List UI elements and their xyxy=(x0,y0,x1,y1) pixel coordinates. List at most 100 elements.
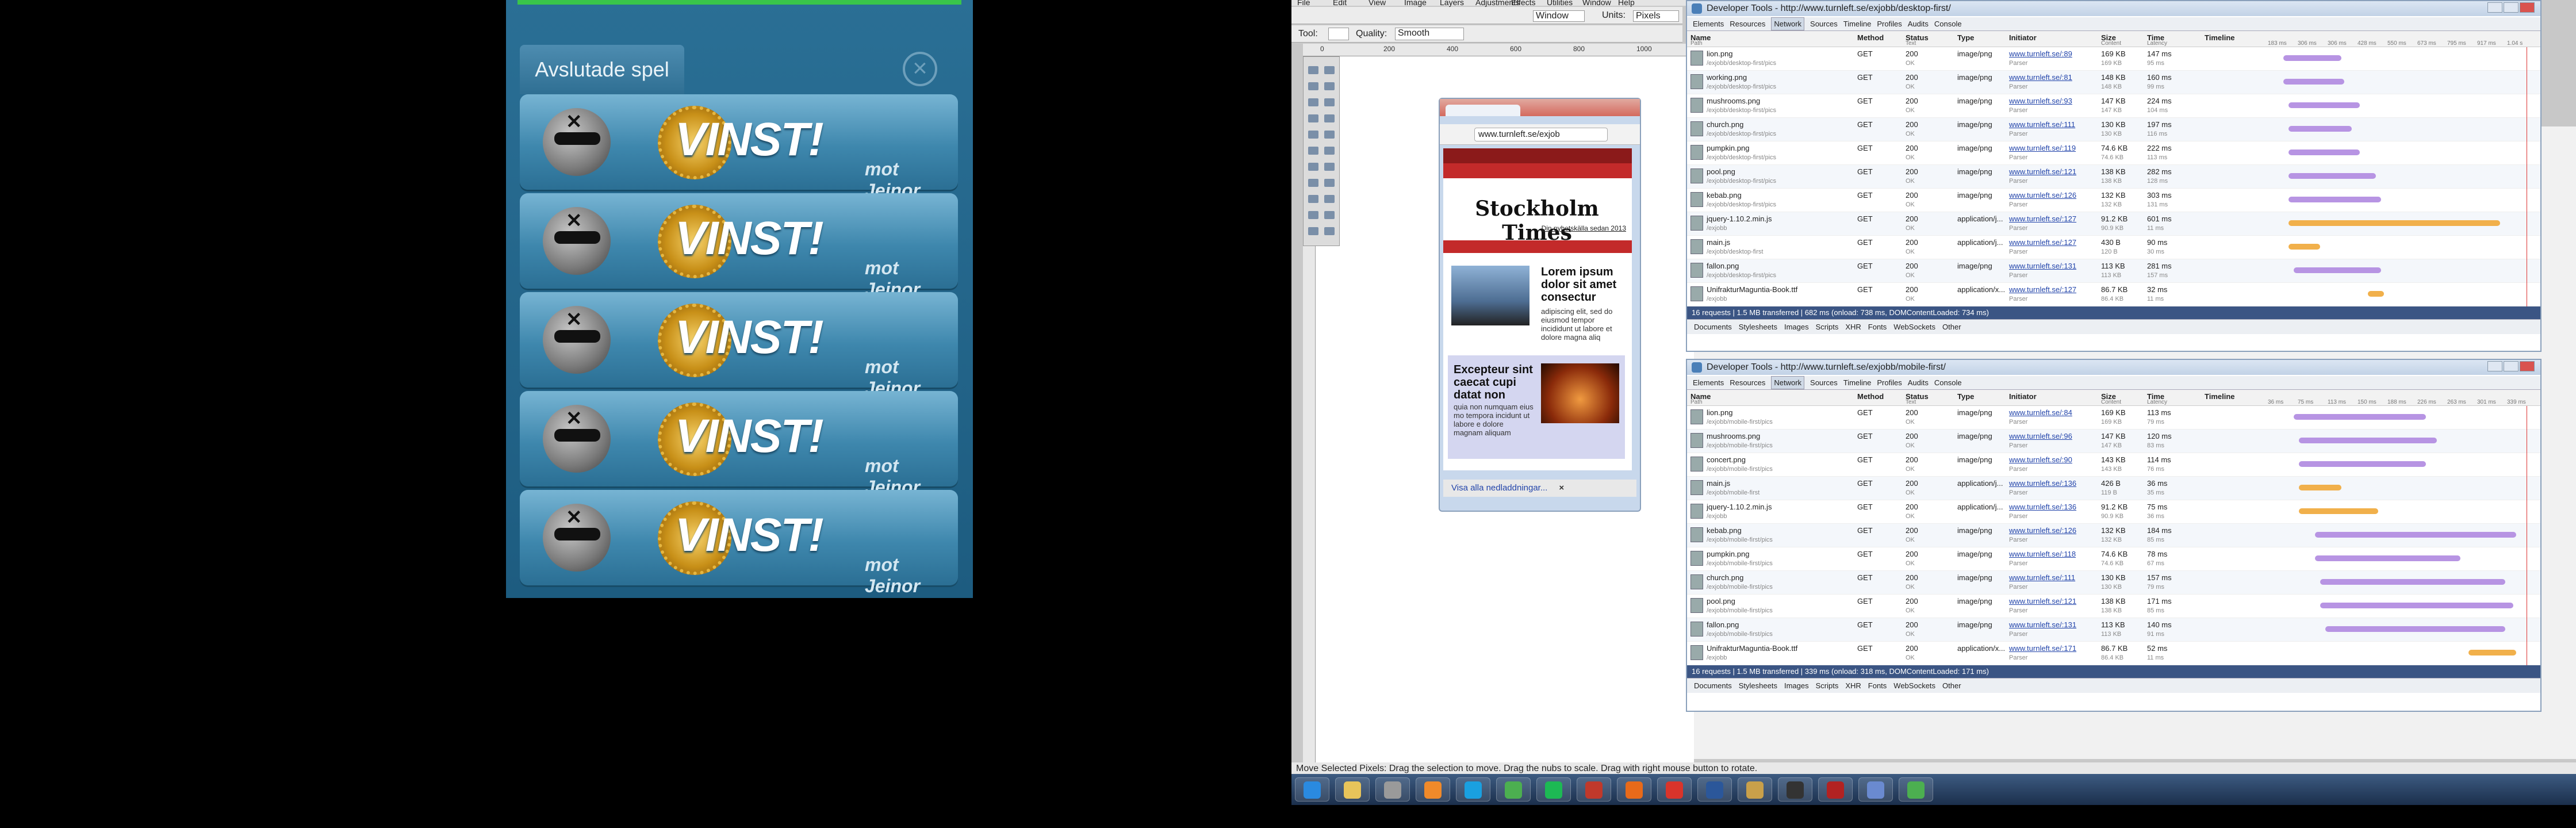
request-name[interactable]: pool.png xyxy=(1707,597,1735,605)
taskbar-terminal-icon[interactable] xyxy=(1778,777,1812,802)
tab-network[interactable]: Network xyxy=(1771,376,1805,389)
taskbar-explorer-icon[interactable] xyxy=(1335,777,1370,802)
tool-icon[interactable] xyxy=(1308,227,1318,235)
menu-item[interactable]: Image xyxy=(1404,0,1427,7)
cell-initiator[interactable]: www.turnleft.se/:126 xyxy=(2009,191,2076,200)
request-name[interactable]: fallon.png xyxy=(1707,620,1739,629)
minimize-icon[interactable] xyxy=(2487,361,2502,371)
article-headline[interactable]: Lorem ipsum dolor sit amet consectur xyxy=(1541,266,1627,304)
tab-console[interactable]: Console xyxy=(1934,20,1962,28)
request-name[interactable]: main.js xyxy=(1707,238,1730,247)
filter-other[interactable]: Other xyxy=(1942,323,1961,331)
request-name[interactable]: kebab.png xyxy=(1707,191,1742,200)
request-name[interactable]: working.png xyxy=(1707,73,1747,82)
network-row[interactable]: church.png/exjobb/mobile-first/pics GET 20… xyxy=(1687,571,2540,595)
network-row[interactable]: pool.png/exjobb/mobile-first/pics GET 200 i… xyxy=(1687,595,2540,618)
menu-item[interactable]: Window xyxy=(1582,0,1611,7)
tool-icon[interactable] xyxy=(1324,195,1335,203)
taskbar-skype-icon[interactable] xyxy=(1456,777,1490,802)
column-header[interactable]: Initiator xyxy=(2009,33,2037,42)
menu-item[interactable]: Help xyxy=(1618,0,1635,7)
close-icon[interactable]: × xyxy=(1559,483,1564,493)
network-row[interactable]: UnifrakturMaguntia-Book.ttf/exjobb GET 200… xyxy=(1687,642,2540,665)
request-name[interactable]: jquery-1.10.2.min.js xyxy=(1707,503,1772,511)
network-row[interactable]: lion.png/exjobb/desktop-first/pics GET 200… xyxy=(1687,47,2540,71)
filter-images[interactable]: Images xyxy=(1784,323,1809,331)
tool-icon[interactable] xyxy=(1308,131,1318,139)
filter-websockets[interactable]: WebSockets xyxy=(1893,323,1935,331)
column-header[interactable]: Timeline xyxy=(2205,392,2235,401)
cell-initiator[interactable]: www.turnleft.se/:90 xyxy=(2009,455,2072,464)
menu-item[interactable]: Layers xyxy=(1440,0,1464,7)
taskbar-chrome-icon[interactable] xyxy=(1496,777,1531,802)
network-row[interactable]: kebab.png/exjobb/desktop-first/pics GET 20… xyxy=(1687,189,2540,212)
tool-icon[interactable] xyxy=(1308,98,1318,106)
menu-item[interactable]: File xyxy=(1297,0,1310,7)
network-row[interactable]: main.js/exjobb/mobile-first GET 200 applica… xyxy=(1687,477,2540,500)
tool-icon[interactable] xyxy=(1324,98,1335,106)
browser-tab[interactable] xyxy=(1446,105,1520,116)
taskbar-paint-icon[interactable] xyxy=(1858,777,1893,802)
cell-initiator[interactable]: www.turnleft.se/:131 xyxy=(2009,620,2076,629)
tab-profiles[interactable]: Profiles xyxy=(1877,378,1902,387)
taskbar-pdf-reader-icon[interactable] xyxy=(1657,777,1692,802)
taskbar-chrome-icon[interactable] xyxy=(1899,777,1933,802)
cell-initiator[interactable]: www.turnleft.se/:136 xyxy=(2009,503,2076,511)
cell-initiator[interactable]: www.turnleft.se/:93 xyxy=(2009,97,2072,105)
filter-stylesheets[interactable]: Stylesheets xyxy=(1739,323,1777,331)
cell-initiator[interactable]: www.turnleft.se/:121 xyxy=(2009,167,2076,176)
cell-initiator[interactable]: www.turnleft.se/:127 xyxy=(2009,214,2076,223)
game-row[interactable]: ✕ VINST! mot Jeinor xyxy=(520,292,958,398)
tab-resources[interactable]: Resources xyxy=(1730,378,1765,387)
window-dropdown[interactable]: Window xyxy=(1533,10,1585,22)
cell-initiator[interactable]: www.turnleft.se/:121 xyxy=(2009,597,2076,605)
game-row[interactable]: ✕ VINST! mot Jeinor xyxy=(520,94,958,201)
tool-icon[interactable] xyxy=(1308,114,1318,122)
menu-item[interactable]: Effects xyxy=(1511,0,1536,7)
close-icon[interactable] xyxy=(2520,2,2535,13)
cell-initiator[interactable]: www.turnleft.se/:111 xyxy=(2009,573,2075,582)
tab-console[interactable]: Console xyxy=(1934,378,1962,387)
game-row[interactable]: ✕ VINST! mot Jeinor xyxy=(520,391,958,497)
close-icon[interactable] xyxy=(2520,361,2535,371)
tool-icon[interactable] xyxy=(1308,179,1318,187)
tool-icon[interactable] xyxy=(1324,179,1335,187)
request-name[interactable]: pumpkin.png xyxy=(1707,144,1749,152)
cell-initiator[interactable]: www.turnleft.se/:119 xyxy=(2009,144,2076,152)
request-name[interactable]: fallon.png xyxy=(1707,262,1739,270)
network-row[interactable]: jquery-1.10.2.min.js/exjobb GET 200 applica… xyxy=(1687,212,2540,236)
network-row[interactable]: working.png/exjobb/desktop-first/pics GET… xyxy=(1687,71,2540,94)
network-row[interactable]: pumpkin.png/exjobb/mobile-first/pics GET 2… xyxy=(1687,547,2540,571)
tool-icon[interactable] xyxy=(1308,82,1318,90)
request-name[interactable]: mushrooms.png xyxy=(1707,432,1760,440)
request-name[interactable]: church.png xyxy=(1707,120,1743,129)
network-row[interactable]: mushrooms.png/exjobb/desktop-first/pics G… xyxy=(1687,94,2540,118)
tool-icon[interactable] xyxy=(1324,82,1335,90)
network-row[interactable]: fallon.png/exjobb/desktop-first/pics GET 2… xyxy=(1687,259,2540,283)
menu-item[interactable]: Utilities xyxy=(1547,0,1573,7)
taskbar-filezilla-red-icon[interactable] xyxy=(1577,777,1611,802)
tool-icon[interactable] xyxy=(1308,66,1318,74)
request-name[interactable]: pumpkin.png xyxy=(1707,550,1749,558)
tool-icon[interactable] xyxy=(1308,163,1318,171)
show-downloads-link[interactable]: Visa alla nedladdningar... xyxy=(1451,483,1547,493)
tool-icon[interactable] xyxy=(1324,211,1335,219)
column-header[interactable]: Method xyxy=(1857,392,1884,401)
cell-initiator[interactable]: www.turnleft.se/:131 xyxy=(2009,262,2076,270)
tool-icon[interactable] xyxy=(1324,66,1335,74)
tool-icon[interactable] xyxy=(1324,131,1335,139)
filter-documents[interactable]: Documents xyxy=(1694,323,1732,331)
filter-xhr[interactable]: XHR xyxy=(1845,681,1861,690)
tab-timeline[interactable]: Timeline xyxy=(1843,20,1872,28)
filter-fonts[interactable]: Fonts xyxy=(1868,681,1887,690)
tab-timeline[interactable]: Timeline xyxy=(1843,378,1872,387)
maximize-icon[interactable] xyxy=(2504,2,2518,13)
tool-icon[interactable] xyxy=(1308,211,1318,219)
request-name[interactable]: main.js xyxy=(1707,479,1730,488)
network-row[interactable]: jquery-1.10.2.min.js/exjobb GET 200 applica… xyxy=(1687,500,2540,524)
site-nav-bar[interactable] xyxy=(1443,163,1632,178)
cell-initiator[interactable]: www.turnleft.se/:126 xyxy=(2009,526,2076,535)
maximize-icon[interactable] xyxy=(2504,361,2518,371)
filter-images[interactable]: Images xyxy=(1784,681,1809,690)
request-name[interactable]: lion.png xyxy=(1707,49,1733,58)
